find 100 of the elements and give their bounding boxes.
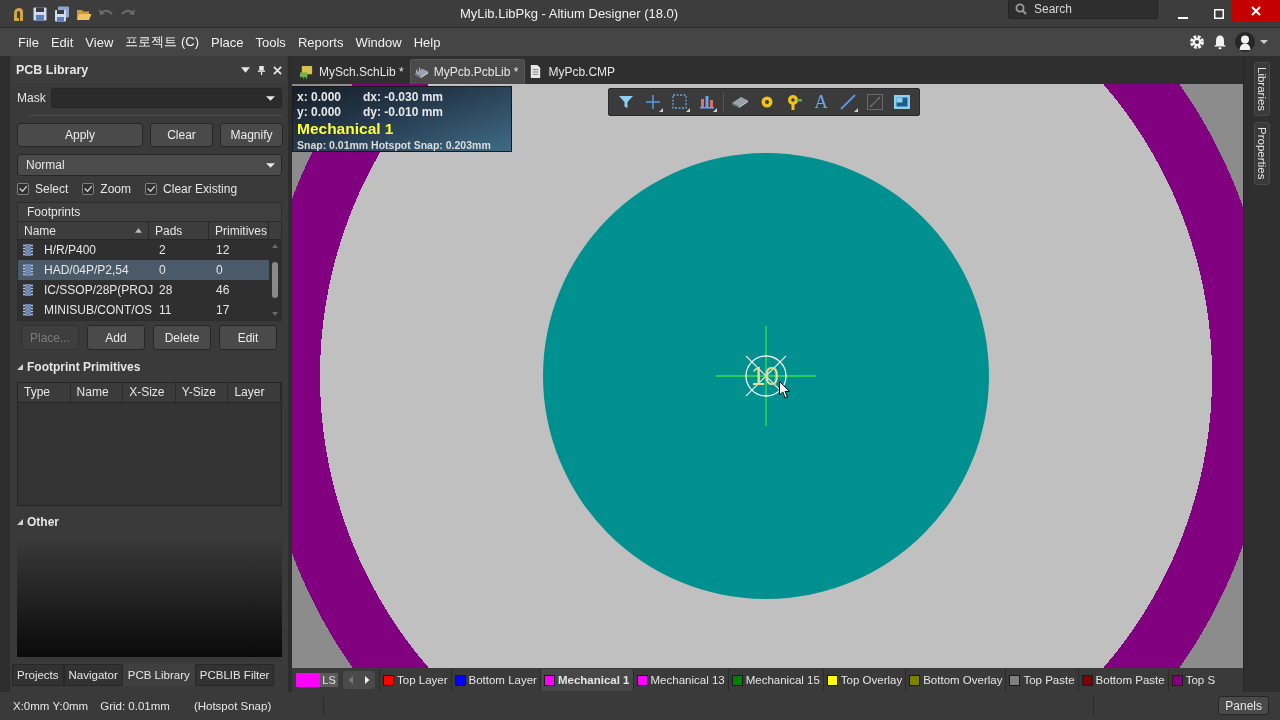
document-tab[interactable]: MyPcb.PcbLib * <box>409 59 526 84</box>
pin-icon[interactable] <box>257 65 266 75</box>
document-tab[interactable]: MySch.SchLib * <box>296 59 410 84</box>
search-icon <box>1015 3 1027 15</box>
table-cell-text: 2 <box>159 243 167 257</box>
chip-icon <box>23 304 33 316</box>
caret-icon <box>266 95 275 101</box>
layer-tab[interactable]: Mechanical 13 <box>632 669 728 691</box>
checkbox[interactable] <box>82 182 95 195</box>
caret-icon[interactable] <box>241 67 250 73</box>
layer-tab[interactable]: Mechanical 15 <box>727 669 823 691</box>
side-panel-tab[interactable]: Libraries <box>1254 62 1270 117</box>
panel-tab[interactable]: PCBLIB Filter <box>194 664 275 686</box>
table-cell-text: 0 <box>159 263 167 277</box>
filter-button[interactable]: Magnify <box>220 123 283 147</box>
mask-label: Mask <box>17 91 45 105</box>
checkbox-label: Select <box>35 181 69 196</box>
document-tab[interactable]: MyPcb.CMP <box>525 59 622 84</box>
table-row[interactable]: H/R/P400 2 12 <box>18 240 269 260</box>
filter-button[interactable]: Clear <box>150 123 213 147</box>
menu-item[interactable]: Help <box>407 31 447 53</box>
caret-icon[interactable] <box>1260 40 1268 44</box>
table-cell-text: 28 <box>159 283 174 297</box>
text-tool-button[interactable]: A <box>811 92 831 112</box>
menu-item[interactable]: Reports <box>291 31 350 53</box>
panel-tab[interactable]: PCB Library <box>122 664 195 686</box>
column-header[interactable]: Y-Size <box>175 383 229 402</box>
layer-tab[interactable]: Top Overlay <box>822 669 906 691</box>
menu-item[interactable]: View <box>79 31 120 53</box>
close-icon[interactable] <box>273 65 282 75</box>
checkbox-label: Clear Existing <box>163 181 238 196</box>
menu-item[interactable]: Edit <box>44 31 80 53</box>
table-cell-text: 11 <box>159 303 173 317</box>
layer-set-button[interactable]: LS <box>320 673 338 687</box>
status-text: (Hotspot Snap) <box>193 700 272 712</box>
column-header[interactable]: Pads <box>149 222 209 239</box>
layer-tab[interactable]: Top S <box>1167 669 1219 691</box>
panel-tab[interactable]: Projects <box>12 664 64 686</box>
selection-icon[interactable] <box>670 92 690 112</box>
search-field[interactable]: Search <box>1008 0 1158 19</box>
column-header[interactable]: Name <box>70 383 124 402</box>
maximize-icon[interactable] <box>1214 8 1224 19</box>
table-row[interactable]: HAD/04P/P2,54 0 0 <box>18 260 269 280</box>
table-cell: 46 <box>216 283 230 297</box>
panel-tab[interactable]: Navigator <box>63 664 123 686</box>
footprint-button[interactable]: Delete <box>153 325 211 350</box>
section-title: Other <box>27 515 59 529</box>
position-readout: x: 0.000 <box>297 90 343 105</box>
crosshair-tool-icon[interactable] <box>643 92 663 112</box>
status-text: X:0mm Y:0mm <box>13 700 89 712</box>
column-header[interactable]: Primitives <box>209 222 269 239</box>
column-header[interactable]: X-Size <box>123 383 176 402</box>
table-row[interactable]: MINISUB/CONT/OS 11 17 <box>18 300 269 320</box>
chip-icon <box>23 244 33 256</box>
side-panel-tab[interactable]: Properties <box>1254 122 1270 185</box>
table-cell-text: H/R/P400 <box>44 243 98 257</box>
expand-triangle-icon[interactable] <box>17 519 23 525</box>
schematic-icon <box>299 64 314 79</box>
column-header[interactable]: Layer <box>228 383 281 402</box>
footprint-button[interactable]: Edit <box>219 325 277 350</box>
close-button[interactable] <box>1232 0 1280 22</box>
layer-tab[interactable]: Bottom Layer <box>450 669 540 691</box>
menu-item[interactable]: Place <box>205 31 250 53</box>
current-layer-swatch <box>296 673 320 687</box>
mode-dropdown[interactable]: Normal <box>17 154 282 176</box>
panel-title: PCB Library <box>16 63 90 77</box>
bell-icon[interactable] <box>1212 34 1228 50</box>
column-header[interactable]: Type <box>18 383 71 402</box>
layer-tab[interactable]: Bottom Paste <box>1077 669 1168 691</box>
checkbox[interactable] <box>17 182 29 195</box>
layer-tab[interactable]: Mechanical 1 <box>539 669 633 691</box>
line-icon[interactable] <box>838 92 858 112</box>
menu-item[interactable]: File <box>12 31 45 53</box>
table-cell-text: MINISUB/CONT/OS <box>44 303 153 317</box>
expand-triangle-icon[interactable] <box>17 364 23 370</box>
layer-tab[interactable]: Top Paste <box>1005 669 1078 691</box>
chip-icon <box>23 284 33 296</box>
panels-button[interactable]: Panels <box>1218 696 1269 715</box>
checkbox-label: Zoom <box>100 181 132 196</box>
save-icon[interactable] <box>32 5 48 22</box>
table-row[interactable]: IC/SSOP/28P(PROJ 28 46 <box>18 280 269 300</box>
footprint-button[interactable]: Add <box>87 325 145 350</box>
menu-item[interactable]: Tools <box>249 31 292 53</box>
checkbox[interactable] <box>145 182 158 195</box>
table-cell: 12 <box>216 243 230 257</box>
position-readout: y: 0.000 <box>297 105 343 120</box>
column-header[interactable]: Name <box>18 222 149 239</box>
layer-tab[interactable]: Bottom Overlay <box>905 669 1006 691</box>
user-icon[interactable] <box>1235 32 1255 52</box>
delta-readout: dx: -0.030 mm <box>363 90 444 105</box>
menu-item[interactable]: Window <box>349 31 408 53</box>
frame-icon[interactable] <box>892 92 912 112</box>
table-cell: 17 <box>216 303 230 317</box>
menu-item[interactable]: 프로젝트 (C) <box>119 30 205 54</box>
layer-tab[interactable]: Top Layer <box>379 669 451 691</box>
table-cell-text: IC/SSOP/28P(PROJ <box>44 283 155 297</box>
settings-icon[interactable] <box>1189 34 1205 50</box>
save-all-icon[interactable] <box>54 5 70 22</box>
current-layer-label: Mechanical 1 <box>297 120 395 137</box>
filter-button[interactable]: Apply <box>17 123 143 147</box>
